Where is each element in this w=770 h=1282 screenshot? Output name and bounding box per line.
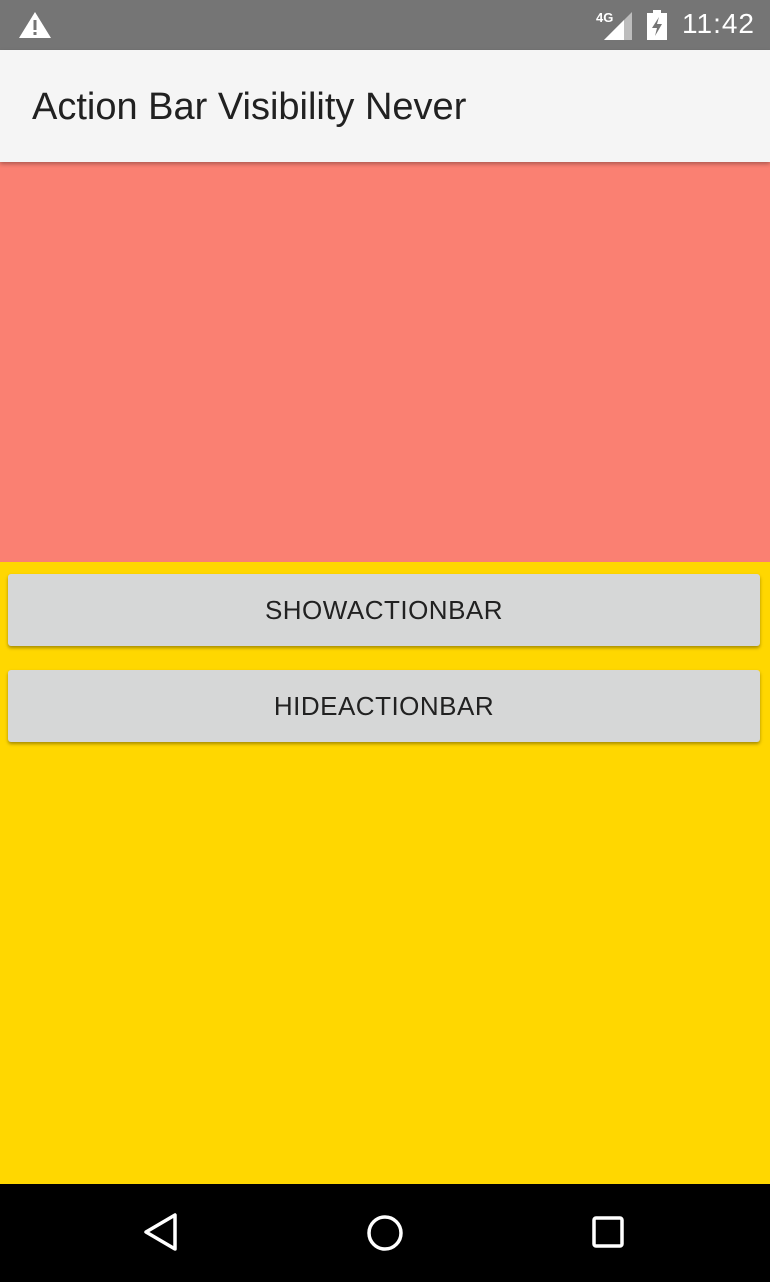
top-color-panel [0,162,770,562]
show-action-bar-button[interactable]: SHOWACTIONBAR [8,574,760,646]
home-icon[interactable] [366,1214,404,1252]
status-bar: 4G 11:42 [0,0,770,50]
recents-icon[interactable] [592,1216,624,1248]
bottom-color-panel [0,562,770,1184]
hide-action-bar-button[interactable]: HIDEACTIONBAR [8,670,760,742]
action-bar: Action Bar Visibility Never [0,50,770,162]
signal-icon [604,12,632,40]
warning-icon [19,12,51,38]
status-time: 11:42 [682,8,755,39]
page-title: Action Bar Visibility Never [32,86,467,128]
network-indicator: 4G [594,10,634,40]
back-icon[interactable] [142,1212,180,1252]
battery-charging-icon [647,10,667,40]
